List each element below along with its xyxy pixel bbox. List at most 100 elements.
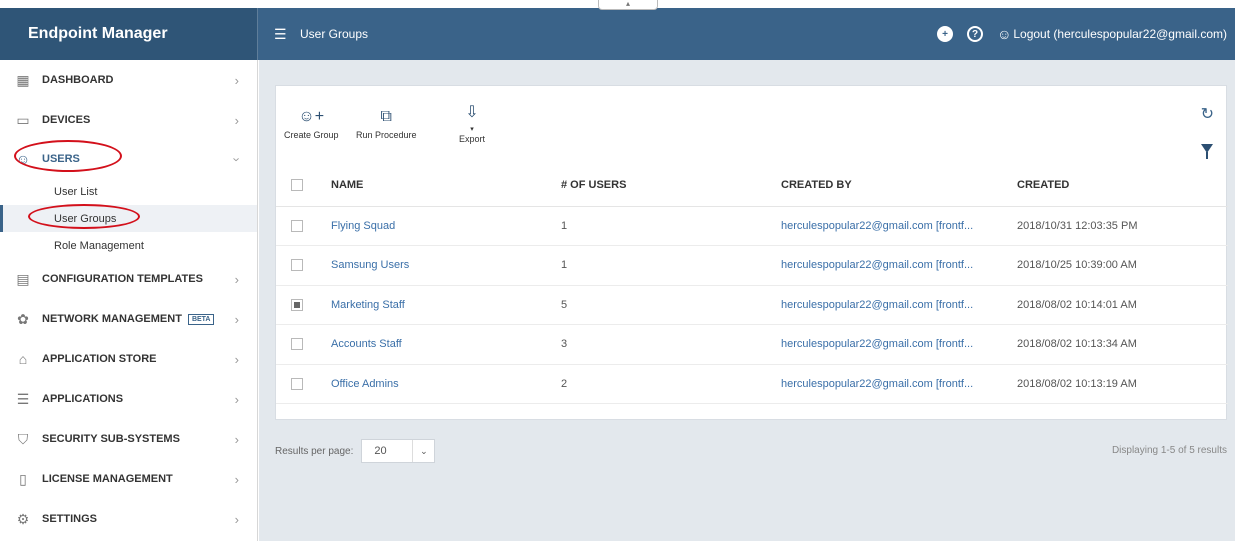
row-checkbox[interactable] bbox=[291, 338, 303, 351]
created-date: 2018/08/02 10:13:19 AM bbox=[1017, 364, 1228, 404]
sidebar-item-label: USERS bbox=[42, 153, 80, 165]
add-device-icon[interactable]: + bbox=[937, 26, 954, 42]
column-header-created-by[interactable]: CREATED BY bbox=[781, 165, 1017, 207]
column-header-name[interactable]: NAME bbox=[331, 165, 561, 207]
row-checkbox[interactable] bbox=[291, 377, 303, 390]
row-checkbox[interactable] bbox=[291, 259, 303, 272]
table-row: Accounts Staff 3 herculespopular22@gmail… bbox=[276, 324, 1228, 365]
header: ☰ User Groups ▴ + ? ☺ Logout (herculespo… bbox=[258, 0, 1235, 60]
sidebar-subitem-user-list[interactable]: User List bbox=[0, 178, 257, 205]
sidebar-item-configuration-templates[interactable]: ▤ CONFIGURATION TEMPLATES › bbox=[0, 259, 257, 299]
logout-button[interactable]: ☺ Logout (herculespopular22@gmail.com) bbox=[997, 26, 1227, 42]
license-icon: ▯ bbox=[19, 470, 27, 487]
filter-icon[interactable] bbox=[1201, 144, 1213, 159]
row-checkbox[interactable] bbox=[291, 298, 303, 311]
sidebar-item-license-management[interactable]: ▯ LICENSE MANAGEMENT › bbox=[0, 459, 257, 499]
page-title: User Groups bbox=[300, 27, 369, 41]
created-by-link[interactable]: herculespopular22@gmail.com [frontf... bbox=[781, 285, 1017, 325]
chevron-right-icon: › bbox=[234, 112, 239, 128]
sidebar: ▦ DASHBOARD › ▭ DEVICES › ☺ USERS › User… bbox=[0, 60, 258, 541]
create-group-button[interactable]: ☺+ Create Group bbox=[284, 108, 339, 140]
top-bar: Endpoint Manager ☰ User Groups ▴ + ? ☺ L… bbox=[0, 0, 1235, 60]
user-count: 5 bbox=[561, 285, 781, 325]
chevron-right-icon: › bbox=[234, 271, 239, 287]
help-icon[interactable]: ? bbox=[967, 26, 984, 42]
user-count: 1 bbox=[561, 206, 781, 246]
created-date: 2018/08/02 10:13:34 AM bbox=[1017, 324, 1228, 365]
sidebar-item-devices[interactable]: ▭ DEVICES › bbox=[0, 100, 257, 140]
sidebar-subitem-role-management[interactable]: Role Management bbox=[0, 232, 257, 259]
sidebar-item-label: DEVICES bbox=[42, 114, 91, 126]
table-row: Office Admins 2 herculespopular22@gmail.… bbox=[276, 364, 1228, 404]
user-groups-table: NAME # OF USERS CREATED BY CREATED Flyin… bbox=[276, 165, 1228, 404]
column-header-created[interactable]: CREATED bbox=[1017, 165, 1228, 207]
collapse-handle[interactable]: ▴ bbox=[598, 0, 658, 10]
group-name-link[interactable]: Marketing Staff bbox=[331, 285, 561, 325]
run-procedure-button[interactable]: ⧉ Run Procedure bbox=[356, 108, 417, 140]
chevron-right-icon: › bbox=[234, 471, 239, 487]
refresh-icon[interactable]: ↻ bbox=[1201, 104, 1214, 124]
table-header-row: NAME # OF USERS CREATED BY CREATED bbox=[276, 165, 1228, 207]
logout-label: Logout (herculespopular22@gmail.com) bbox=[1013, 27, 1227, 41]
sidebar-item-label: DASHBOARD bbox=[42, 74, 114, 86]
sidebar-item-label: LICENSE MANAGEMENT bbox=[42, 473, 173, 485]
group-name-link[interactable]: Office Admins bbox=[331, 364, 561, 404]
user-count: 3 bbox=[561, 324, 781, 365]
created-by-link[interactable]: herculespopular22@gmail.com [frontf... bbox=[781, 324, 1017, 365]
main-content: ☺+ Create Group ⧉ Run Procedure ⇩ ▾ Expo… bbox=[259, 60, 1235, 541]
user-count: 2 bbox=[561, 364, 781, 404]
table-row: Marketing Staff 5 herculespopular22@gmai… bbox=[276, 285, 1228, 325]
results-per-page-select[interactable]: 20 ⌄ bbox=[361, 439, 436, 463]
chevron-right-icon: › bbox=[234, 391, 239, 407]
run-procedure-label: Run Procedure bbox=[356, 130, 417, 140]
sidebar-item-label: APPLICATION STORE bbox=[42, 353, 157, 365]
sidebar-item-label: APPLICATIONS bbox=[42, 393, 124, 405]
display-info: Displaying 1-5 of 5 results bbox=[1111, 445, 1227, 456]
chevron-right-icon: › bbox=[234, 72, 239, 88]
created-by-link[interactable]: herculespopular22@gmail.com [frontf... bbox=[781, 364, 1017, 404]
user-count: 1 bbox=[561, 245, 781, 286]
sidebar-item-applications[interactable]: ☰ APPLICATIONS › bbox=[0, 379, 257, 419]
table-row: Samsung Users 1 herculespopular22@gmail.… bbox=[276, 245, 1228, 286]
group-name-link[interactable]: Samsung Users bbox=[331, 245, 561, 286]
sidebar-item-label: SETTINGS bbox=[42, 513, 98, 525]
export-icon: ⇩ bbox=[465, 104, 479, 121]
results-per-page: Results per page: 20 ⌄ bbox=[275, 439, 436, 463]
chevron-down-icon: ⌄ bbox=[412, 440, 434, 462]
add-group-icon: ☺+ bbox=[298, 108, 325, 125]
group-name-link[interactable]: Flying Squad bbox=[331, 206, 561, 246]
beta-badge: BETA bbox=[187, 313, 215, 325]
chevron-right-icon: › bbox=[234, 351, 239, 367]
dashboard-icon: ▦ bbox=[16, 71, 30, 88]
sidebar-item-application-store[interactable]: ⌂ APPLICATION STORE › bbox=[0, 339, 257, 379]
hamburger-icon[interactable]: ☰ bbox=[274, 26, 296, 43]
select-all-checkbox[interactable] bbox=[291, 179, 303, 192]
export-button[interactable]: ⇩ ▾ Export bbox=[459, 104, 485, 144]
user-groups-panel: ☺+ Create Group ⧉ Run Procedure ⇩ ▾ Expo… bbox=[275, 85, 1228, 420]
create-group-label: Create Group bbox=[284, 130, 339, 140]
sidebar-subitem-user-groups[interactable]: User Groups bbox=[0, 205, 257, 232]
row-checkbox[interactable] bbox=[291, 219, 303, 232]
sidebar-item-settings[interactable]: ⚙ SETTINGS › bbox=[0, 499, 257, 539]
created-by-link[interactable]: herculespopular22@gmail.com [frontf... bbox=[781, 245, 1017, 286]
run-procedure-icon: ⧉ bbox=[380, 108, 392, 125]
created-by-link[interactable]: herculespopular22@gmail.com [frontf... bbox=[781, 206, 1017, 246]
store-icon: ⌂ bbox=[18, 351, 28, 367]
sidebar-item-users[interactable]: ☺ USERS › bbox=[0, 140, 257, 178]
user-icon: ☺ bbox=[15, 151, 31, 167]
sidebar-item-dashboard[interactable]: ▦ DASHBOARD › bbox=[0, 60, 257, 100]
chevron-right-icon: › bbox=[234, 311, 239, 327]
created-date: 2018/08/02 10:14:01 AM bbox=[1017, 285, 1228, 325]
created-date: 2018/10/31 12:03:35 PM bbox=[1017, 206, 1228, 246]
network-icon: ✿ bbox=[17, 310, 29, 327]
user-icon: ☺ bbox=[997, 26, 1012, 42]
applications-icon: ☰ bbox=[16, 390, 30, 407]
chevron-right-icon: › bbox=[234, 431, 239, 447]
sidebar-item-network-management[interactable]: ✿ NETWORK MANAGEMENT BETA › bbox=[0, 299, 257, 339]
column-header-users[interactable]: # OF USERS bbox=[561, 165, 781, 207]
sidebar-item-security-sub-systems[interactable]: ⛉ SECURITY SUB-SYSTEMS › bbox=[0, 419, 257, 459]
sidebar-item-label: NETWORK MANAGEMENT bbox=[42, 313, 182, 325]
group-name-link[interactable]: Accounts Staff bbox=[331, 324, 561, 365]
table-row: Flying Squad 1 herculespopular22@gmail.c… bbox=[276, 206, 1228, 246]
app-title: Endpoint Manager bbox=[0, 8, 258, 60]
